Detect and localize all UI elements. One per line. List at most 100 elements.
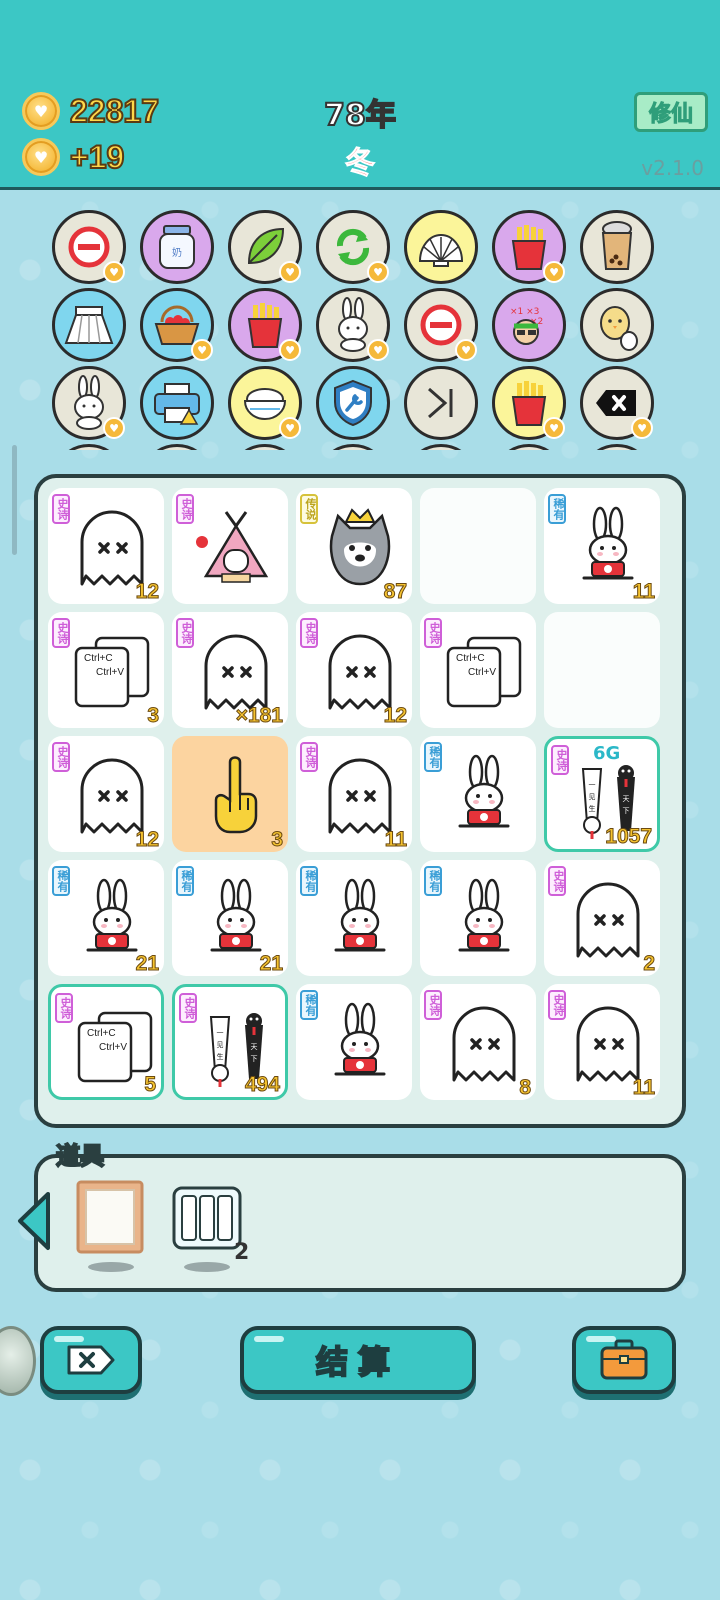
item-slot[interactable] [404, 444, 478, 450]
frame-icon[interactable] [76, 1180, 146, 1258]
item-slot[interactable] [140, 366, 214, 440]
rabbit-icon [72, 878, 152, 960]
board-cell[interactable]: 一见生 天下 史诗 6G 1057 [544, 736, 660, 852]
ghost-icon [568, 1002, 648, 1084]
board-cell[interactable]: 史诗 12 [48, 736, 164, 852]
item-slot[interactable]: ♥ [228, 288, 302, 362]
rarity-tag: 史诗 [300, 618, 318, 648]
board-cell[interactable]: 史诗 11 [296, 736, 412, 852]
cell-count: 87 [383, 580, 407, 604]
board-cell[interactable]: 稀有 21 [172, 860, 288, 976]
cell-count: 11 [632, 1076, 655, 1100]
item-slot[interactable]: ♥ [52, 210, 126, 284]
item-slot[interactable] [404, 366, 478, 440]
board-cell[interactable]: 史诗 2 [544, 860, 660, 976]
board-cell[interactable]: 史诗 12 [48, 488, 164, 604]
board-cell[interactable]: 史诗 [172, 488, 288, 604]
item-slot[interactable]: ♥ [140, 288, 214, 362]
ctrl-v-label: Ctrl+V [96, 667, 125, 678]
rarity-tag: 史诗 [300, 742, 318, 772]
cell-count: 3 [271, 828, 284, 852]
item-slot[interactable]: ♥ [52, 366, 126, 440]
item-slot[interactable] [228, 444, 302, 450]
board-cell[interactable]: 一见生 天下 史诗 494 [172, 984, 288, 1100]
delete-tag-icon [594, 386, 640, 420]
heart-badge-icon: ♥ [279, 417, 301, 439]
item-slot[interactable] [580, 444, 654, 450]
cell-count: 11 [632, 580, 655, 604]
left-arrow-icon[interactable] [14, 1190, 54, 1252]
ghost-icon [72, 754, 152, 836]
board-cell[interactable]: 3 [172, 736, 288, 852]
item-slot[interactable]: ♥ [228, 366, 302, 440]
board-cell[interactable]: 史诗 8 [420, 984, 536, 1100]
rarity-tag: 稀有 [424, 866, 442, 896]
item-slot[interactable]: ×1 ×3 ×2 [492, 288, 566, 362]
cell-count: 21 [259, 952, 283, 976]
rarity-tag: 稀有 [548, 494, 566, 524]
bag-button[interactable] [572, 1326, 676, 1394]
rarity-tag: 稀有 [52, 866, 70, 896]
item-slot[interactable]: ♥ [580, 366, 654, 440]
ctrl-c-label: Ctrl+C [87, 1028, 116, 1039]
item-slot[interactable] [52, 288, 126, 362]
ghost-icon [320, 630, 400, 712]
board-cell[interactable]: 稀有 21 [48, 860, 164, 976]
item-slot[interactable] [52, 444, 126, 450]
board-cell[interactable]: 稀有 [420, 860, 536, 976]
board-cell[interactable]: Ctrl+C Ctrl+V 史诗 5 [48, 984, 164, 1100]
settle-button[interactable]: 结算 [240, 1326, 476, 1394]
item-slot[interactable] [492, 444, 566, 450]
board-cell[interactable]: 传说 87 [296, 488, 412, 604]
item-slot[interactable]: ♥ [492, 366, 566, 440]
board-cell[interactable]: 稀有 [420, 736, 536, 852]
cultivation-button[interactable]: 修仙 [634, 92, 708, 132]
ctrl-c-label: Ctrl+C [456, 653, 485, 664]
svg-text:一: 一 [589, 781, 596, 789]
item-slot[interactable] [404, 210, 478, 284]
rabbit-icon [568, 506, 648, 588]
item-slot[interactable]: ♥ [228, 210, 302, 284]
prop-shadow [88, 1262, 134, 1272]
svg-text:天: 天 [251, 1043, 258, 1051]
ghost-icon [320, 754, 400, 836]
settle-label: 结算 [315, 1342, 400, 1382]
item-slot[interactable]: ♥ [492, 210, 566, 284]
cell-count: 2 [643, 952, 656, 976]
item-slot[interactable]: ♥ [316, 288, 390, 362]
cell-count: 3 [147, 704, 160, 728]
ctrl-c-label: Ctrl+C [84, 653, 113, 664]
board-cell[interactable] [544, 612, 660, 728]
rarity-tag: 传说 [300, 494, 318, 524]
rarity-tag: 史诗 [424, 618, 442, 648]
delete-button[interactable] [40, 1326, 142, 1394]
item-slot[interactable] [140, 444, 214, 450]
board-cell[interactable]: 稀有 [296, 984, 412, 1100]
item-icon-grid[interactable]: ♥ 奶 ♥ ♥ ♥ ♥ ♥ ♥ ♥ ×1 ×3 ×2 ♥ ♥ ♥ ♥ [52, 210, 672, 450]
triple-slot-icon[interactable] [172, 1180, 242, 1258]
item-slot[interactable] [316, 444, 390, 450]
rarity-tag: 史诗 [548, 990, 566, 1020]
board-cell[interactable]: 史诗 ×181 [172, 612, 288, 728]
rarity-tag: 史诗 [424, 990, 442, 1020]
item-slot[interactable]: 奶 [140, 210, 214, 284]
rabbit-icon [196, 878, 276, 960]
item-slot[interactable]: ♥ [316, 210, 390, 284]
item-slot[interactable]: ♥ [404, 288, 478, 362]
board-cell[interactable]: Ctrl+C Ctrl+V 史诗 [420, 612, 536, 728]
scrollbar[interactable] [12, 445, 17, 555]
rarity-tag: 稀有 [300, 866, 318, 896]
item-slot[interactable] [316, 366, 390, 440]
board-cell[interactable]: 稀有 [296, 860, 412, 976]
cell-count: 12 [135, 580, 159, 604]
item-slot[interactable] [580, 210, 654, 284]
ghost-icon [72, 506, 152, 588]
board-cell[interactable]: 史诗 11 [544, 984, 660, 1100]
heart-badge-icon: ♥ [543, 417, 565, 439]
button-shine [586, 1336, 616, 1342]
board-cell[interactable]: 稀有 11 [544, 488, 660, 604]
board-cell[interactable] [420, 488, 536, 604]
board-cell[interactable]: 史诗 12 [296, 612, 412, 728]
item-slot[interactable] [580, 288, 654, 362]
board-cell[interactable]: Ctrl+C Ctrl+V 史诗 3 [48, 612, 164, 728]
